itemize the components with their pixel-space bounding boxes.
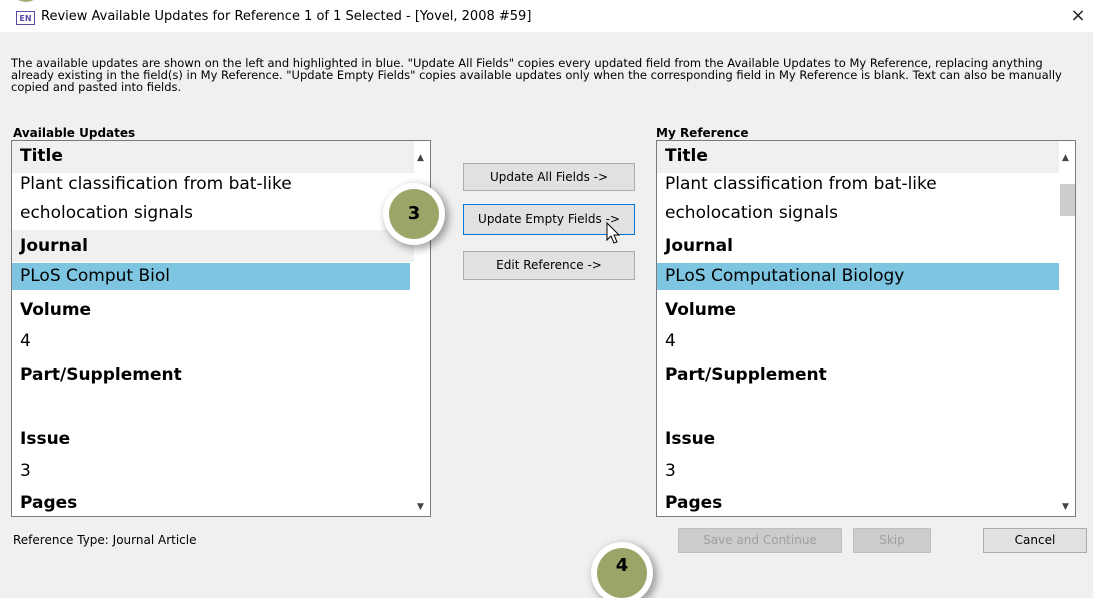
scroll-up-icon[interactable]: ▲: [1062, 153, 1069, 163]
step-4-callout: 4: [597, 548, 647, 598]
field-value-journal[interactable]: PLoS Comput Biol: [20, 260, 170, 293]
field-label-journal: Journal: [20, 236, 88, 256]
reference-type-label: Reference Type: Journal Article: [13, 533, 197, 547]
update-all-fields-button[interactable]: Update All Fields ->: [463, 163, 635, 191]
field-label-issue: Issue: [20, 429, 71, 449]
endnote-app-icon: EN: [16, 11, 35, 25]
field-label-issue: Issue: [665, 429, 716, 449]
field-label-title: Title: [20, 146, 63, 166]
edit-reference-button[interactable]: Edit Reference ->: [463, 251, 635, 280]
mouse-pointer-icon: [606, 222, 621, 244]
window-title: Review Available Updates for Reference 1…: [41, 9, 532, 24]
skip-button[interactable]: Skip: [853, 528, 931, 553]
field-value-issue[interactable]: 3: [20, 455, 31, 488]
step-3-callout: 3: [389, 189, 439, 239]
field-label-journal: Journal: [665, 236, 733, 256]
vertical-scrollbar[interactable]: ▲ ▼: [1059, 141, 1075, 516]
my-reference-panel[interactable]: Title Plant classification from bat-like…: [656, 140, 1076, 517]
field-value-journal[interactable]: PLoS Computational Biology: [665, 260, 904, 293]
field-label-part-supplement: Part/Supplement: [20, 365, 182, 385]
scroll-up-icon[interactable]: ▲: [417, 153, 424, 163]
save-and-continue-button[interactable]: Save and Continue: [678, 528, 842, 553]
instructions-text: The available updates are shown on the l…: [11, 56, 1062, 94]
available-updates-header: Available Updates: [13, 126, 136, 140]
field-value-title-line2[interactable]: echolocation signals: [20, 197, 193, 230]
field-value-issue[interactable]: 3: [665, 455, 676, 488]
scroll-down-icon[interactable]: ▼: [417, 502, 424, 512]
close-icon[interactable]: ×: [1067, 5, 1089, 27]
field-label-title: Title: [665, 146, 708, 166]
my-reference-header: My Reference: [656, 126, 749, 140]
available-updates-panel[interactable]: Title Plant classification from bat-like…: [11, 140, 431, 517]
field-label-pages: Pages: [665, 493, 723, 513]
cancel-button[interactable]: Cancel: [983, 528, 1087, 553]
field-label-volume: Volume: [20, 300, 92, 320]
scrollbar-thumb[interactable]: [1060, 184, 1075, 216]
field-value-volume[interactable]: 4: [665, 325, 676, 358]
field-label-part-supplement: Part/Supplement: [665, 365, 827, 385]
field-value-title-line2[interactable]: echolocation signals: [665, 197, 838, 230]
field-label-volume: Volume: [665, 300, 737, 320]
field-value-volume[interactable]: 4: [20, 325, 31, 358]
field-label-pages: Pages: [20, 493, 78, 513]
scroll-down-icon[interactable]: ▼: [1062, 502, 1069, 512]
